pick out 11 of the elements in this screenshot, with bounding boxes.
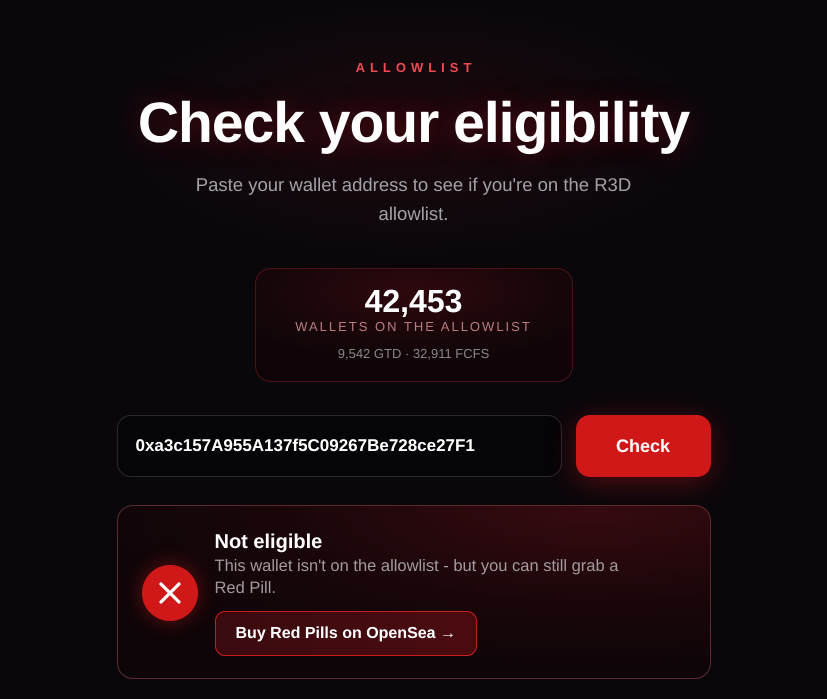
wallet-count: 42,453 xyxy=(364,283,462,319)
wallet-count-label: WALLETS ON THE ALLOWLIST xyxy=(295,319,532,335)
eyebrow-label: ALLOWLIST xyxy=(354,60,476,76)
page-subtitle: Paste your wallet address to see if you're on the R3D allowlist. xyxy=(194,173,632,226)
result-title: Not eligible xyxy=(214,530,322,555)
check-button[interactable]: Check xyxy=(576,415,710,477)
buy-button[interactable]: Buy Red Pills on OpenSea → xyxy=(214,611,477,656)
result-message: This wallet isn't on the allowlist - but you can still grab a Red Pill. xyxy=(214,556,620,599)
page-title: Check your eligibility xyxy=(138,92,690,154)
wallet-address-field[interactable]: 0xa3c157A955A137f5C09267Be728ce27F1 xyxy=(116,415,562,477)
allowlist-breakdown: 9,542 GTD · 32,911 FCFS xyxy=(338,346,490,362)
